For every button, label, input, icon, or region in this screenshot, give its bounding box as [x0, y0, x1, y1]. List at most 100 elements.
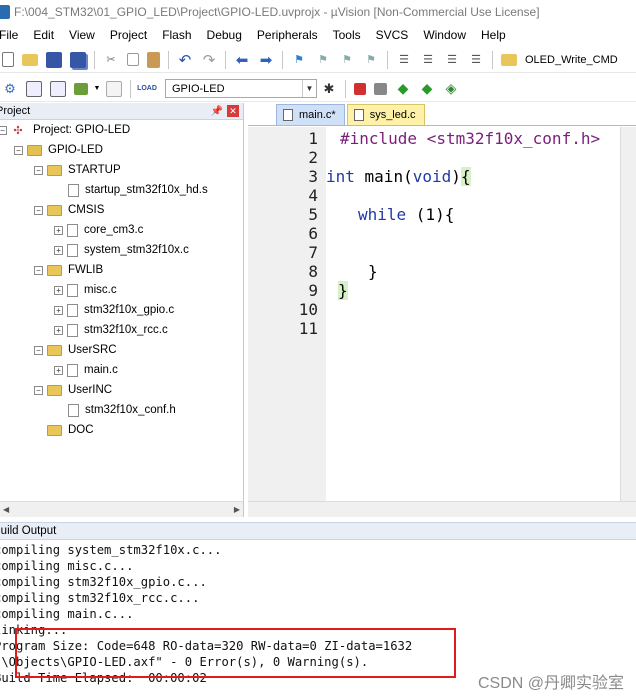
project-icon: ✣	[13, 124, 23, 137]
cut-icon[interactable]: ✂	[103, 52, 119, 68]
menu-edit[interactable]: Edit	[25, 28, 61, 42]
batch-build-icon[interactable]	[74, 82, 88, 95]
expand-icon[interactable]: +	[54, 365, 63, 375]
pin-icon[interactable]: 📌	[211, 106, 223, 117]
build-icon[interactable]	[26, 80, 42, 97]
tree-group-startup[interactable]: − STARTUP	[34, 160, 121, 180]
tab-main-c[interactable]: main.c*	[276, 104, 345, 125]
new-file-icon[interactable]	[2, 52, 14, 67]
collapse-icon[interactable]: −	[34, 345, 43, 355]
window-title: F:\004_STM32\01_GPIO_LED\Project\GPIO-LE…	[14, 5, 540, 19]
menu-bar: File Edit View Project Flash Debug Perip…	[0, 24, 636, 46]
save-icon[interactable]	[46, 51, 62, 68]
comment-icon[interactable]: ☰	[444, 52, 460, 68]
collapse-icon[interactable]: −	[14, 145, 23, 155]
copy-icon[interactable]	[127, 53, 139, 66]
tree-group-doc[interactable]: DOC	[47, 420, 94, 440]
group-label: CMSIS	[68, 204, 105, 216]
code-line-9: }	[338, 281, 348, 300]
menu-peripherals[interactable]: Peripherals	[249, 28, 325, 42]
expand-icon[interactable]: +	[54, 305, 63, 315]
menu-help[interactable]: Help	[473, 28, 513, 42]
select-packs-icon[interactable]: ◈	[443, 80, 459, 97]
paste-icon[interactable]	[147, 51, 160, 68]
target-select[interactable]: GPIO-LED ▼	[165, 79, 317, 98]
folder-icon	[47, 424, 62, 436]
batch-build-dropdown-icon[interactable]: ▼	[94, 81, 101, 97]
rebuild-icon[interactable]	[50, 80, 66, 97]
expand-icon[interactable]: +	[54, 285, 63, 295]
build-output-panel[interactable]: compiling system_stm32f10x.c... compilin…	[0, 541, 636, 699]
find-text-combo[interactable]: OLED_Write_CMD	[525, 54, 618, 66]
translate-icon[interactable]: ⚙	[2, 81, 18, 97]
tree-file[interactable]: + main.c	[54, 360, 118, 380]
separator	[130, 79, 131, 98]
tree-file[interactable]: + misc.c	[54, 280, 117, 300]
tree-group-cmsis[interactable]: − CMSIS	[34, 200, 104, 220]
expand-icon[interactable]: +	[54, 325, 63, 335]
unindent-icon[interactable]: ☰	[420, 52, 436, 68]
find-in-files-icon[interactable]	[501, 53, 517, 66]
collapse-icon[interactable]: −	[34, 385, 43, 395]
target-options-icon[interactable]: ✱	[321, 81, 337, 97]
save-all-icon[interactable]	[70, 51, 86, 68]
collapse-icon[interactable]: −	[0, 125, 7, 135]
code-line-1: #include <stm32f10x_conf.h>	[340, 129, 600, 148]
build-line: compiling misc.c...	[0, 559, 134, 573]
tree-file[interactable]: + stm32f10x_gpio.c	[54, 300, 174, 320]
project-tree: − ✣ Project: GPIO-LED − GPIO-LED − START…	[0, 120, 243, 500]
menu-view[interactable]: View	[61, 28, 102, 42]
code-text[interactable]: #include <stm32f10x_conf.h> int main(voi…	[326, 127, 636, 501]
editor-vscroll[interactable]	[620, 127, 636, 501]
tree-file[interactable]: + core_cm3.c	[54, 220, 143, 240]
expand-icon[interactable]: +	[54, 245, 63, 255]
editor-hscroll[interactable]	[248, 501, 636, 517]
menu-tools[interactable]: Tools	[325, 28, 368, 42]
collapse-icon[interactable]: −	[34, 165, 43, 175]
menu-debug[interactable]: Debug	[199, 28, 249, 42]
tree-file[interactable]: + stm32f10x_rcc.c	[54, 320, 168, 340]
tree-group-fwlib[interactable]: − FWLIB	[34, 260, 103, 280]
menu-flash[interactable]: Flash	[154, 28, 198, 42]
scroll-left-icon[interactable]: ◀	[3, 505, 9, 514]
tree-group-userinc[interactable]: − UserINC	[34, 380, 112, 400]
bookmark-clear-icon[interactable]: ⚑	[363, 52, 379, 68]
separator	[94, 50, 95, 69]
bookmark-next-icon[interactable]: ⚑	[339, 52, 355, 68]
tree-file[interactable]: + system_stm32f10x.c	[54, 240, 189, 260]
pack-installer-icon[interactable]: ◆	[419, 80, 435, 97]
bookmark-icon[interactable]: ⚑	[291, 52, 307, 68]
menu-file[interactable]: File	[0, 28, 25, 42]
file-extensions-icon[interactable]	[374, 82, 387, 95]
nav-forward-icon[interactable]: ➡	[258, 52, 274, 69]
uncomment-icon[interactable]: ☰	[468, 52, 484, 68]
close-icon[interactable]: ✕	[227, 105, 239, 117]
redo-icon[interactable]: ↷	[201, 52, 217, 69]
collapse-icon[interactable]: −	[34, 205, 43, 215]
tree-file[interactable]: stm32f10x_conf.h	[68, 400, 176, 420]
tab-sys-led-c[interactable]: sys_led.c	[346, 104, 425, 125]
stop-build-icon[interactable]	[106, 80, 122, 97]
code-area[interactable]: 1 2 3 4 5 6 7 8 9 10 11 − − #include <st…	[248, 127, 636, 501]
bookmark-prev-icon[interactable]: ⚑	[315, 52, 331, 68]
download-load-icon[interactable]: LOAD	[137, 81, 157, 97]
chevron-down-icon[interactable]: ▼	[302, 80, 316, 97]
menu-svcs[interactable]: SVCS	[368, 28, 416, 42]
expand-icon[interactable]: +	[54, 225, 63, 235]
tree-group-usersrc[interactable]: − UserSRC	[34, 340, 117, 360]
manage-components-icon[interactable]	[354, 82, 366, 95]
scroll-right-icon[interactable]: ▶	[234, 505, 240, 514]
tree-root[interactable]: − ✣ Project: GPIO-LED	[0, 120, 130, 140]
tree-file[interactable]: startup_stm32f10x_hd.s	[68, 180, 208, 200]
menu-project[interactable]: Project	[102, 28, 154, 42]
undo-icon[interactable]: ↶	[177, 52, 193, 69]
indent-icon[interactable]: ☰	[396, 52, 412, 68]
open-folder-icon[interactable]	[22, 53, 38, 66]
line-number: 3	[308, 167, 318, 186]
project-panel-hscroll[interactable]: ◀ ▶	[0, 501, 243, 517]
nav-back-icon[interactable]: ⬅	[234, 52, 250, 69]
tree-target[interactable]: − GPIO-LED	[14, 140, 103, 160]
run-time-environment-icon[interactable]: ◆	[395, 80, 411, 97]
collapse-icon[interactable]: −	[34, 265, 43, 275]
menu-window[interactable]: Window	[415, 28, 473, 42]
